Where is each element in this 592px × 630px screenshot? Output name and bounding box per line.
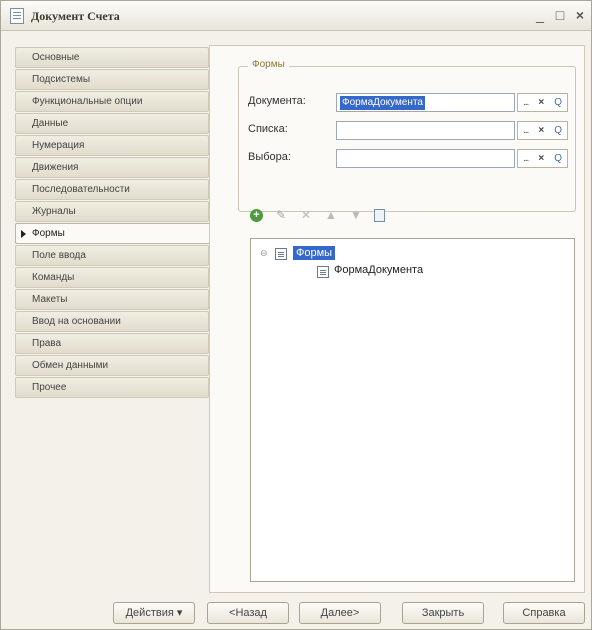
tree-root-item[interactable]: Формы bbox=[293, 246, 336, 260]
choice-form-buttons: ... × Q bbox=[517, 149, 568, 168]
clear-icon[interactable]: × bbox=[538, 153, 544, 164]
help-button[interactable]: Справка bbox=[503, 602, 585, 624]
next-button[interactable]: Далее> bbox=[299, 602, 381, 624]
list-form-buttons: ... × Q bbox=[517, 121, 568, 140]
window-controls: _ □ × bbox=[533, 6, 587, 24]
form-folder-icon bbox=[275, 248, 287, 260]
clear-icon[interactable]: × bbox=[538, 97, 544, 108]
sidebar-item-komandy[interactable]: Команды bbox=[15, 267, 209, 288]
open-icon[interactable]: Q bbox=[554, 97, 562, 108]
sidebar-item-prochee[interactable]: Прочее bbox=[15, 377, 209, 398]
clear-icon[interactable]: × bbox=[538, 125, 544, 136]
document-form-label: Документа: bbox=[248, 95, 306, 107]
open-icon[interactable]: Q bbox=[554, 153, 562, 164]
title-bar: Документ Счета _ □ × bbox=[1, 1, 591, 31]
forms-tree[interactable]: ⊖ Формы ФормаДокумента bbox=[250, 238, 575, 582]
document-form-value: ФормаДокумента bbox=[340, 96, 425, 110]
actions-button[interactable]: Действия ▾ bbox=[113, 602, 195, 624]
select-button[interactable]: ... bbox=[523, 153, 529, 164]
document-icon bbox=[10, 8, 24, 24]
minimize-button[interactable]: _ bbox=[533, 6, 547, 24]
forms-group-legend: Формы bbox=[248, 59, 289, 70]
delete-icon[interactable]: ✕ bbox=[299, 208, 313, 222]
close-window-button[interactable]: × bbox=[573, 6, 587, 24]
document-form-field[interactable]: ФормаДокумента bbox=[336, 93, 515, 112]
sidebar-item-vvod-na-osnovanii[interactable]: Ввод на основании bbox=[15, 311, 209, 332]
sidebar-item-numeraciya[interactable]: Нумерация bbox=[15, 135, 209, 156]
sidebar-item-formy[interactable]: Формы bbox=[15, 223, 215, 244]
collapse-icon[interactable]: ⊖ bbox=[260, 248, 268, 259]
list-form-field[interactable] bbox=[336, 121, 515, 140]
tree-toolbar: + ✎ ✕ ▲ ▼ bbox=[250, 208, 385, 222]
close-button[interactable]: Закрыть bbox=[402, 602, 484, 624]
active-arrow-icon bbox=[21, 230, 26, 238]
sidebar-item-makety[interactable]: Макеты bbox=[15, 289, 209, 310]
tree-child-item[interactable]: ФормаДокумента bbox=[334, 264, 423, 276]
list-form-row: Списка: ... × Q bbox=[248, 121, 578, 140]
choice-form-field[interactable] bbox=[336, 149, 515, 168]
sidebar-item-podsistemy[interactable]: Подсистемы bbox=[15, 69, 209, 90]
edit-icon[interactable]: ✎ bbox=[274, 208, 288, 222]
document-form-row: Документа: ФормаДокумента ... × Q bbox=[248, 93, 578, 112]
sidebar-item-dvizheniya[interactable]: Движения bbox=[15, 157, 209, 178]
add-icon[interactable]: + bbox=[250, 208, 263, 222]
sidebar-item-osnovnye[interactable]: Основные bbox=[15, 47, 209, 68]
sidebar-item-dannye[interactable]: Данные bbox=[15, 113, 209, 134]
window-title: Документ Счета bbox=[31, 9, 120, 23]
move-up-icon[interactable]: ▲ bbox=[324, 208, 338, 222]
main-panel: Формы Документа: ФормаДокумента ... × Q … bbox=[209, 45, 585, 593]
back-button[interactable]: <Назад bbox=[207, 602, 289, 624]
sidebar-nav: Основные Подсистемы Функциональные опции… bbox=[15, 47, 215, 399]
form-icon bbox=[317, 266, 329, 278]
sidebar-item-obmen-dannymi[interactable]: Обмен данными bbox=[15, 355, 209, 376]
select-button[interactable]: ... bbox=[523, 125, 529, 136]
sidebar-item-pole-vvoda[interactable]: Поле ввода bbox=[15, 245, 209, 266]
maximize-button[interactable]: □ bbox=[553, 6, 567, 24]
sidebar-item-funkcionalnye-opcii[interactable]: Функциональные опции bbox=[15, 91, 209, 112]
sidebar-item-zhurnaly[interactable]: Журналы bbox=[15, 201, 209, 222]
sidebar-item-posledovatelnosti[interactable]: Последовательности bbox=[15, 179, 209, 200]
open-icon[interactable]: Q bbox=[554, 125, 562, 136]
choice-form-label: Выбора: bbox=[248, 151, 291, 163]
choice-form-row: Выбора: ... × Q bbox=[248, 149, 578, 168]
dialog-window: Документ Счета _ □ × Основные Подсистемы… bbox=[0, 0, 592, 630]
sidebar-item-label: Формы bbox=[32, 228, 65, 239]
sidebar-item-prava[interactable]: Права bbox=[15, 333, 209, 354]
move-down-icon[interactable]: ▼ bbox=[349, 208, 363, 222]
select-button[interactable]: ... bbox=[523, 97, 529, 108]
properties-icon[interactable] bbox=[374, 208, 385, 222]
list-form-label: Списка: bbox=[248, 123, 288, 135]
document-form-buttons: ... × Q bbox=[517, 93, 568, 112]
